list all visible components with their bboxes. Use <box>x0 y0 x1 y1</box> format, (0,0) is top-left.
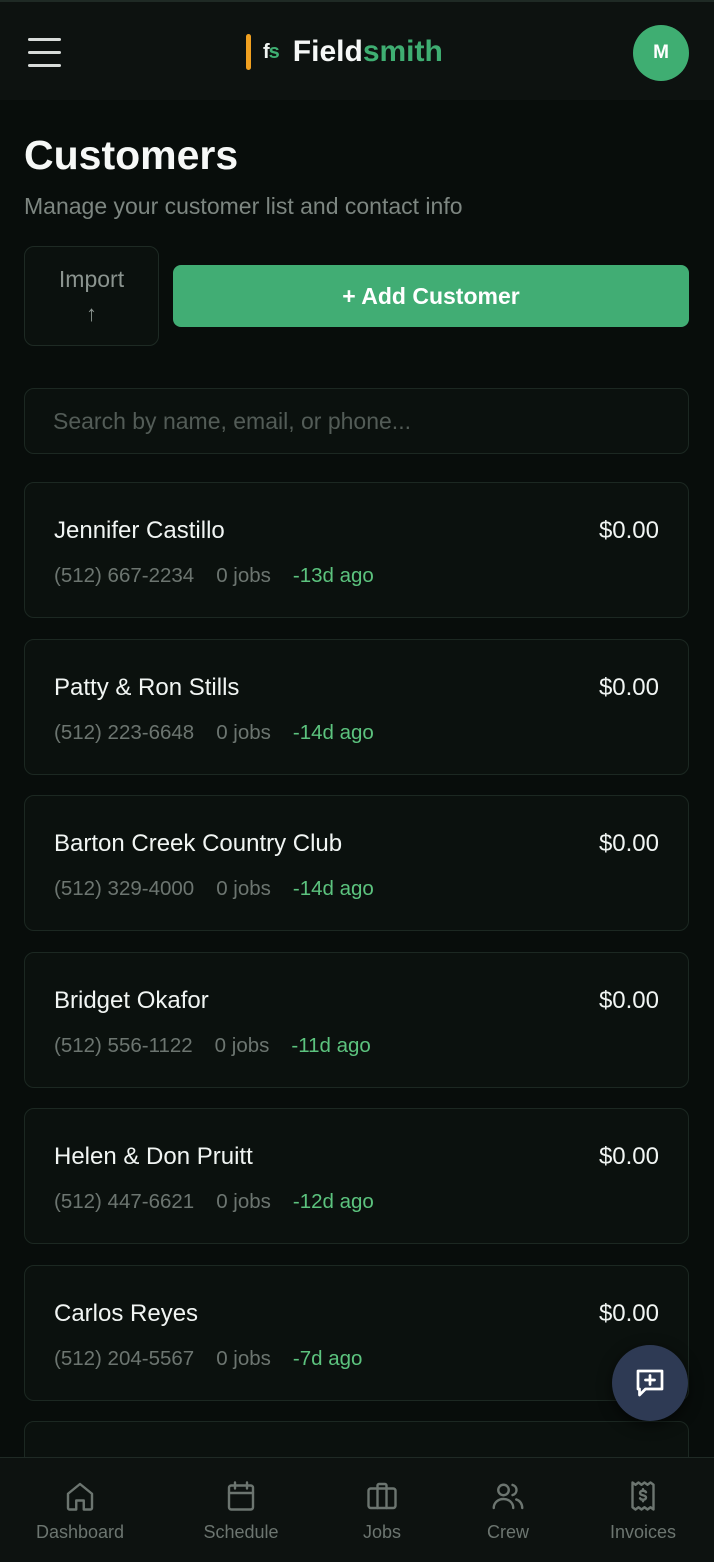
logo-accent-bar <box>246 34 251 70</box>
customer-amount: $0.00 <box>598 986 659 1014</box>
nav-label: Crew <box>486 1522 529 1542</box>
customer-name: Jennifer Castillo <box>54 517 225 544</box>
customer-jobs-count: 0 jobs <box>216 564 271 587</box>
logo-mark: fs <box>263 40 280 63</box>
calendar-icon <box>227 1481 255 1511</box>
customer-jobs-count: 0 jobs <box>216 1346 271 1370</box>
nav-label: Dashboard <box>35 1522 125 1542</box>
customer-card[interactable]: Bridget Okafor $0.00 (512) 556-1122 0 jo… <box>24 951 689 1088</box>
customer-amount: $0.00 <box>598 830 659 857</box>
customer-name: Carlos Reyes <box>54 1299 199 1327</box>
customer-meta: (512) 329-4000 0 jobs -14d ago <box>54 877 374 901</box>
page-title: Customers <box>24 132 239 178</box>
home-icon <box>66 1482 94 1511</box>
customer-meta: (512) 447-6621 0 jobs -12d ago <box>54 1190 374 1214</box>
nav-item-jobs[interactable]: Jobs <box>337 1458 427 1562</box>
customer-phone: (512) 556-1122 <box>54 1033 193 1057</box>
customer-jobs-count: 0 jobs <box>214 1033 270 1057</box>
customer-card[interactable]: Helen & Don Pruitt $0.00 (512) 447-6621 … <box>24 1108 689 1244</box>
customer-name: Bridget Okafor <box>54 986 209 1014</box>
top-app-bar: fs Fieldsmith M <box>0 0 714 100</box>
customer-last-activity: -14d ago <box>292 720 374 744</box>
feedback-button[interactable] <box>612 1345 688 1421</box>
customer-last-activity: -13d ago <box>292 564 374 587</box>
nav-item-invoices[interactable]: Invoices <box>593 1458 693 1562</box>
customer-phone: (512) 329-4000 <box>54 877 195 900</box>
customer-name: Patty & Ron Stills <box>54 673 240 701</box>
message-plus-icon <box>636 1369 664 1397</box>
add-customer-button[interactable]: + Add Customer <box>173 265 689 327</box>
customer-card[interactable]: Carlos Reyes $0.00 (512) 204-5567 0 jobs… <box>24 1264 689 1401</box>
customer-jobs-count: 0 jobs <box>216 877 271 900</box>
briefcase-icon <box>367 1482 397 1510</box>
customer-last-activity: -12d ago <box>292 1190 374 1213</box>
customer-last-activity: -7d ago <box>292 1346 363 1370</box>
import-label: Import <box>58 265 125 292</box>
customer-last-activity: -14d ago <box>292 877 374 900</box>
import-button[interactable]: Import ↑ <box>24 246 159 346</box>
nav-item-crew[interactable]: Crew <box>463 1458 553 1562</box>
bottom-navigation: Dashboard Schedule Jobs Crew Invoices <box>0 1457 714 1562</box>
customer-jobs-count: 0 jobs <box>216 720 271 744</box>
customer-amount: $0.00 <box>598 1299 659 1327</box>
customer-amount: $0.00 <box>598 1143 659 1170</box>
upload-arrow-icon: ↑ <box>86 300 97 326</box>
customer-name: Barton Creek Country Club <box>54 830 343 857</box>
customer-phone: (512) 204-5567 <box>54 1346 195 1370</box>
customer-phone: (512) 223-6648 <box>54 720 195 744</box>
customer-meta: (512) 667-2234 0 jobs -13d ago <box>54 564 374 588</box>
app-name: Fieldsmith <box>292 35 443 68</box>
nav-item-schedule[interactable]: Schedule <box>186 1458 296 1562</box>
menu-icon[interactable] <box>28 38 61 68</box>
page-subtitle: Manage your customer list and contact in… <box>24 193 463 219</box>
customer-phone: (512) 447-6621 <box>54 1190 195 1213</box>
app-logo[interactable]: fs Fieldsmith <box>246 32 443 72</box>
customer-last-activity: -11d ago <box>291 1033 371 1057</box>
user-avatar[interactable]: M <box>633 25 689 81</box>
customer-meta: (512) 556-1122 0 jobs -11d ago <box>54 1034 371 1058</box>
customer-amount: $0.00 <box>598 517 659 544</box>
search-input[interactable] <box>24 388 689 454</box>
customer-jobs-count: 0 jobs <box>216 1190 271 1213</box>
customer-meta: (512) 204-5567 0 jobs -7d ago <box>54 1347 362 1371</box>
customer-card[interactable]: Jennifer Castillo $0.00 (512) 667-2234 0… <box>24 482 689 618</box>
customer-list: Jennifer Castillo $0.00 (512) 667-2234 0… <box>24 482 689 1562</box>
customer-card[interactable]: Barton Creek Country Club $0.00 (512) 32… <box>24 795 689 931</box>
receipt-icon <box>631 1481 655 1511</box>
nav-label: Schedule <box>203 1522 279 1542</box>
customer-meta: (512) 223-6648 0 jobs -14d ago <box>54 721 374 745</box>
customer-name: Helen & Don Pruitt <box>54 1143 253 1170</box>
users-icon <box>492 1483 524 1510</box>
nav-label: Jobs <box>362 1522 402 1542</box>
nav-label: Invoices <box>609 1522 677 1542</box>
customer-card[interactable]: Patty & Ron Stills $0.00 (512) 223-6648 … <box>24 638 689 775</box>
customer-phone: (512) 667-2234 <box>54 564 195 587</box>
customer-amount: $0.00 <box>598 673 659 701</box>
nav-item-dashboard[interactable]: Dashboard <box>20 1458 140 1562</box>
